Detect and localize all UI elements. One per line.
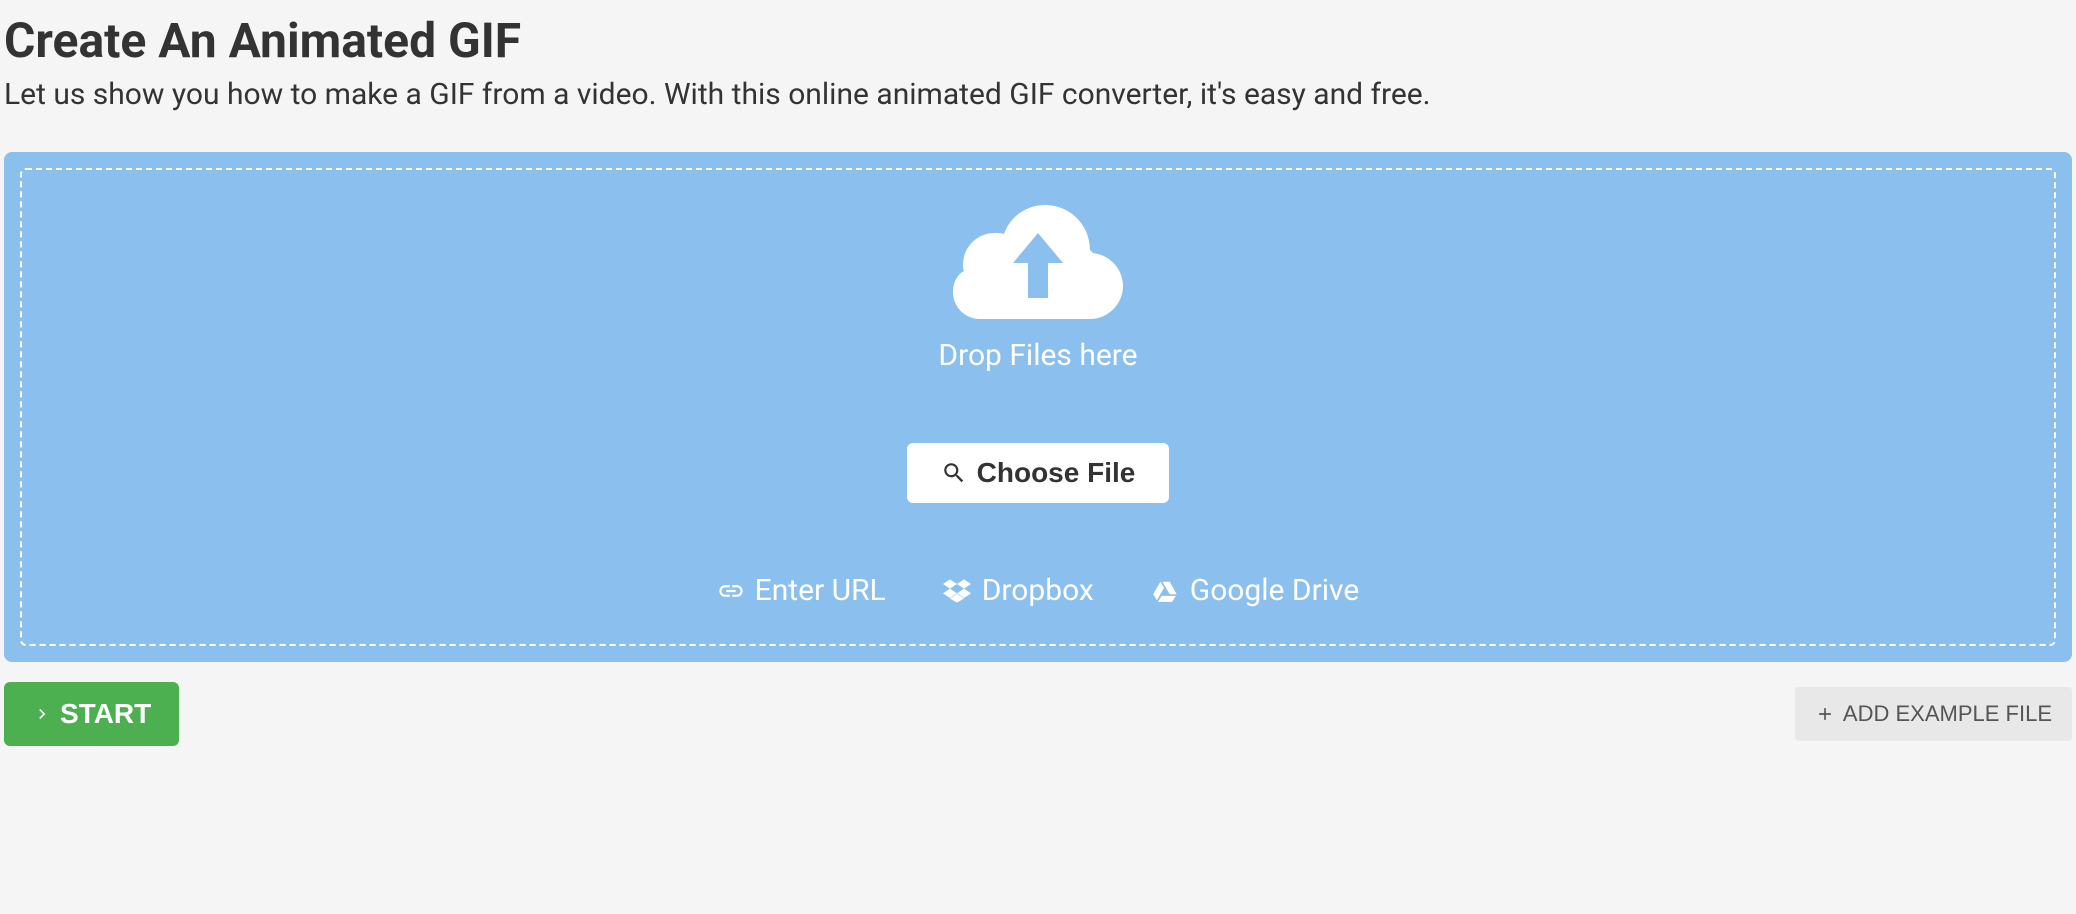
dropbox-label: Dropbox xyxy=(982,573,1094,608)
enter-url-link[interactable]: Enter URL xyxy=(717,573,886,608)
choose-file-label: Choose File xyxy=(977,457,1136,489)
add-example-label: ADD EXAMPLE FILE xyxy=(1843,701,2052,727)
page-subtitle: Let us show you how to make a GIF from a… xyxy=(4,77,2076,112)
google-drive-icon xyxy=(1150,578,1180,604)
enter-url-label: Enter URL xyxy=(755,573,886,608)
sources-row: Enter URL Dropbox Google Drive xyxy=(42,573,2034,608)
add-example-file-button[interactable]: ADD EXAMPLE FILE xyxy=(1795,687,2072,741)
dropbox-icon xyxy=(942,577,972,605)
dropbox-link[interactable]: Dropbox xyxy=(942,573,1094,608)
google-drive-label: Google Drive xyxy=(1190,573,1360,608)
start-label: START xyxy=(60,698,151,730)
chevron-right-icon xyxy=(32,701,52,727)
choose-file-button[interactable]: Choose File xyxy=(907,443,1170,503)
link-icon xyxy=(717,577,745,605)
plus-icon xyxy=(1815,704,1835,724)
file-dropzone-inner: Drop Files here Choose File Enter URL Dr… xyxy=(20,168,2056,646)
google-drive-link[interactable]: Google Drive xyxy=(1150,573,1360,608)
search-icon xyxy=(941,460,967,486)
cloud-upload-icon xyxy=(953,198,1123,328)
start-button[interactable]: START xyxy=(4,682,179,746)
file-dropzone[interactable]: Drop Files here Choose File Enter URL Dr… xyxy=(4,152,2072,662)
bottom-actions-row: START ADD EXAMPLE FILE xyxy=(4,682,2072,746)
page-title: Create An Animated GIF xyxy=(4,12,2076,69)
drop-files-label: Drop Files here xyxy=(42,338,2034,373)
